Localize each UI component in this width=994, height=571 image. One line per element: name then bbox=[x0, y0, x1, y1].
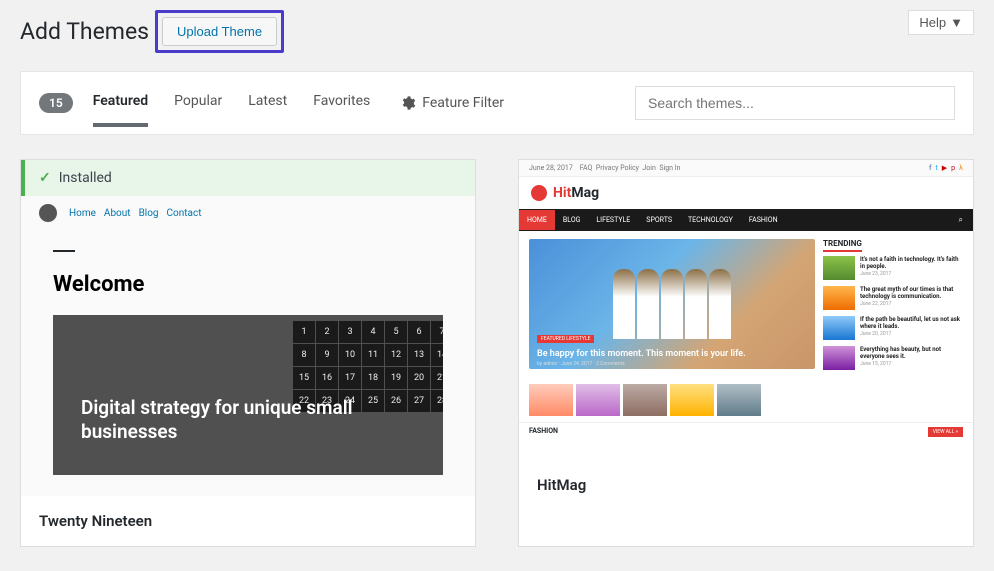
preview-nav-item: SPORTS bbox=[638, 210, 680, 230]
trending-item: It's not a faith in technology. It's fai… bbox=[823, 256, 963, 280]
theme-name: Twenty Nineteen bbox=[21, 496, 475, 546]
chevron-down-icon: ▼ bbox=[950, 15, 963, 30]
theme-card[interactable]: June 28, 2017 FAQ Privacy Policy Join Si… bbox=[518, 159, 974, 547]
logo-icon bbox=[531, 185, 547, 201]
installed-banner: ✓ Installed bbox=[21, 160, 475, 196]
preview-hero-tag: FEATURED LIFESTYLE bbox=[537, 335, 594, 343]
preview-hero-meta: by admin · June 24, 2017 · 2 Comments bbox=[537, 361, 625, 367]
tab-featured[interactable]: Featured bbox=[93, 93, 148, 127]
preview-hero-image: FEATURED LIFESTYLE Be happy for this mom… bbox=[529, 239, 815, 369]
upload-highlight: Upload Theme bbox=[155, 10, 284, 53]
theme-name: HitMag bbox=[519, 460, 973, 510]
social-icons: ft▶pλ bbox=[929, 164, 963, 172]
preview-date: June 28, 2017 bbox=[529, 164, 573, 172]
preview-nav-item: LIFESTYLE bbox=[588, 210, 638, 230]
preview-toplink: Privacy Policy bbox=[596, 164, 639, 172]
preview-toplink: Sign In bbox=[659, 164, 680, 172]
page-title: Add Themes bbox=[20, 18, 149, 45]
theme-preview: Home About Blog Contact Welcome 12345678… bbox=[21, 196, 475, 496]
help-label: Help bbox=[919, 15, 946, 30]
tab-favorites[interactable]: Favorites bbox=[313, 93, 370, 127]
viewall-badge: VIEW ALL » bbox=[928, 427, 963, 437]
preview-hero-title: Be happy for this moment. This moment is… bbox=[537, 349, 746, 359]
preview-nav-item: TECHNOLOGY bbox=[680, 210, 741, 230]
preview-heading: Welcome bbox=[53, 272, 443, 297]
preview-nav-item: About bbox=[104, 208, 131, 219]
tab-latest[interactable]: Latest bbox=[248, 93, 287, 127]
preview-toplink: Join bbox=[642, 164, 655, 172]
preview-thumbnails bbox=[529, 384, 761, 416]
feature-filter-button[interactable]: Feature Filter bbox=[400, 95, 504, 111]
divider bbox=[53, 250, 75, 252]
upload-theme-button[interactable]: Upload Theme bbox=[162, 17, 277, 46]
preview-tagline: Digital strategy for unique small busine… bbox=[81, 396, 443, 445]
avatar-icon bbox=[39, 204, 57, 222]
preview-logo: HitMag bbox=[553, 185, 599, 201]
search-input[interactable] bbox=[635, 86, 955, 120]
tab-popular[interactable]: Popular bbox=[174, 93, 222, 127]
installed-label: Installed bbox=[59, 170, 112, 186]
preview-nav-item: Home bbox=[69, 208, 96, 219]
preview-nav-item: Contact bbox=[167, 208, 202, 219]
search-icon: ⌕ bbox=[949, 209, 973, 231]
trending-item: Everything has beauty, but not everyone … bbox=[823, 346, 963, 370]
preview-toplink: FAQ bbox=[580, 164, 593, 172]
trending-heading: TRENDING bbox=[823, 239, 862, 252]
theme-card[interactable]: ✓ Installed Home About Blog Contact Welc… bbox=[20, 159, 476, 547]
preview-nav-item: BLOG bbox=[555, 210, 589, 230]
trending-item: If the path be beautiful, let us not ask… bbox=[823, 316, 963, 340]
check-icon: ✓ bbox=[39, 170, 51, 186]
help-toggle[interactable]: Help ▼ bbox=[908, 10, 974, 35]
preview-nav-item: Blog bbox=[139, 208, 159, 219]
fashion-heading: FASHION bbox=[529, 427, 558, 437]
gear-icon bbox=[400, 95, 416, 111]
preview-nav-item: FASHION bbox=[741, 210, 786, 230]
preview-nav-item: HOME bbox=[519, 210, 555, 230]
trending-item: The great myth of our times is that tech… bbox=[823, 286, 963, 310]
theme-preview: June 28, 2017 FAQ Privacy Policy Join Si… bbox=[519, 160, 973, 460]
theme-count-badge: 15 bbox=[39, 93, 73, 113]
feature-filter-label: Feature Filter bbox=[422, 95, 504, 111]
filter-bar: 15 Featured Popular Latest Favorites Fea… bbox=[20, 71, 974, 135]
